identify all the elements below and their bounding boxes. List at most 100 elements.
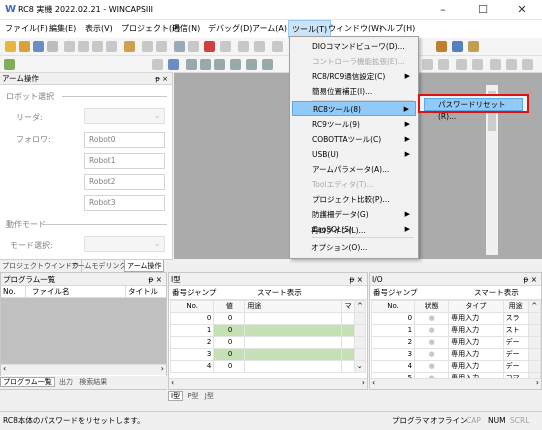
menu-view[interactable]: 表示(V) [82, 20, 116, 38]
cell-value[interactable]: 0 [213, 348, 246, 361]
cell-usage[interactable]: デー [502, 360, 529, 373]
scroll-track[interactable] [527, 336, 542, 349]
tab-j-type[interactable]: J型 [203, 392, 216, 400]
number-jump-button[interactable]: 番号ジャンプ [172, 286, 216, 300]
mode-select[interactable]: ⌄ [84, 236, 165, 252]
menu-edit[interactable]: 編集(E) [46, 20, 79, 38]
follower-robot3[interactable]: Robot3 [84, 195, 165, 211]
menu-arm[interactable]: アーム(A) [249, 20, 290, 38]
follower-robot1[interactable]: Robot1 [84, 153, 165, 169]
open-icon[interactable] [19, 41, 30, 52]
leader-select[interactable]: ⌄ [84, 108, 165, 124]
cell-usage[interactable]: スラ [502, 312, 529, 325]
scroll-track[interactable] [527, 324, 542, 337]
connect-icon[interactable] [174, 41, 185, 52]
menu-item-usb[interactable]: USB(U) ▶ [292, 147, 416, 162]
tool-icon-a[interactable] [436, 41, 447, 52]
col-title[interactable]: タイトル [126, 286, 166, 297]
cell-usage[interactable] [244, 360, 343, 373]
smart-display-button[interactable]: スマート表示 [474, 286, 519, 300]
tab-arm-modeling[interactable]: アームモデリング [69, 260, 130, 272]
cell-usage[interactable]: スト [502, 324, 529, 337]
scroll-down-icon[interactable]: ⌄ [353, 360, 367, 373]
indent-icon[interactable] [220, 41, 231, 52]
menu-item-fence-data[interactable]: 防護柵データ(G) ▶ [292, 207, 416, 222]
cell-usage[interactable]: デー [502, 336, 529, 349]
cell-value[interactable]: 0 [213, 336, 246, 349]
panel-pin-close-icon[interactable]: ᵽ × [349, 273, 363, 286]
scroll-track[interactable] [353, 312, 367, 325]
comment-icon[interactable] [254, 41, 265, 52]
menu-item-cobotta-tools[interactable]: COBOTTAツール(C) ▶ [292, 132, 416, 147]
follower-robot0[interactable]: Robot0 [84, 132, 165, 148]
follower-robot2[interactable]: Robot2 [84, 174, 165, 190]
layout-icon-b[interactable] [438, 59, 449, 70]
build-icon[interactable] [188, 41, 199, 52]
number-jump-button[interactable]: 番号ジャンプ [373, 286, 417, 300]
play-icon[interactable] [186, 59, 197, 70]
robot-icon[interactable] [204, 41, 215, 52]
step-out-icon[interactable] [262, 59, 273, 70]
cell-value[interactable]: 0 [213, 312, 246, 325]
col-usage[interactable]: 用途 [244, 300, 343, 313]
menu-item-project-compare[interactable]: プロジェクト比較(P)... [292, 192, 416, 207]
monitor-icon[interactable] [168, 59, 179, 70]
menu-item-rc9-tools[interactable]: RC9ツール(9) ▶ [292, 117, 416, 132]
scroll-track[interactable] [527, 348, 542, 361]
cell-usage[interactable] [244, 324, 343, 337]
cut-icon[interactable] [64, 41, 75, 52]
outdent-icon[interactable] [238, 41, 249, 52]
menu-item-dio-viewer[interactable]: DIOコマンドビューワ(D)... [292, 39, 416, 54]
col-state[interactable]: 状態 [414, 300, 450, 313]
menu-item-rc8-tools[interactable]: RC8ツール(8) ▶ [292, 101, 416, 116]
pause-icon[interactable] [214, 59, 225, 70]
tool-icon-b[interactable] [452, 41, 463, 52]
maximize-button[interactable]: ☐ [463, 0, 503, 20]
cell-value[interactable]: 0 [213, 360, 246, 373]
delete-icon[interactable] [106, 41, 117, 52]
tool-icon-c[interactable] [468, 41, 479, 52]
menu-item-relogin[interactable]: 再ログイン(L)... [291, 223, 415, 238]
menu-item-position-correction[interactable]: 簡易位置補正(I)... [292, 84, 416, 99]
tab-arm-operation[interactable]: アーム操作 [124, 260, 165, 272]
menu-item-comm-settings[interactable]: RC8/RC9通信設定(C) ▶ [292, 69, 416, 84]
menu-item-arm-params[interactable]: アームパラメータ(A)... [292, 162, 416, 177]
cell-usage[interactable]: デー [502, 348, 529, 361]
col-no[interactable]: No. [1, 286, 26, 297]
layout-icon-c[interactable] [456, 59, 467, 70]
scroll-track[interactable] [353, 336, 367, 349]
col-type[interactable]: タイプ [448, 300, 504, 313]
step-over-icon[interactable] [230, 59, 241, 70]
scroll-track[interactable] [353, 324, 367, 337]
layout-icon-e[interactable] [490, 59, 501, 70]
tab-output[interactable]: 出力 [57, 378, 75, 386]
bookmark-icon[interactable] [272, 41, 283, 52]
panel-pin-close-icon[interactable]: ᵽ × [523, 273, 537, 286]
tab-program-list[interactable]: プログラム一覧 [0, 377, 55, 387]
run-config-icon[interactable] [4, 59, 15, 70]
step-into-icon[interactable] [246, 59, 257, 70]
col-no[interactable]: No. [169, 300, 215, 313]
tab-search-results[interactable]: 検索結果 [77, 378, 109, 386]
panel-pin-close-icon[interactable]: ᵽ × [155, 73, 168, 85]
col-value[interactable]: 値 [213, 300, 246, 313]
menu-file[interactable]: ファイル(F) [2, 20, 51, 38]
step-icon[interactable] [200, 59, 211, 70]
smart-display-button[interactable]: スマート表示 [257, 286, 302, 300]
paste-icon[interactable] [92, 41, 103, 52]
cell-usage[interactable] [244, 348, 343, 361]
menu-item-password-reset[interactable]: パスワードリセット(R)... [424, 98, 523, 121]
scroll-track[interactable] [527, 360, 542, 373]
col-usage[interactable]: 用途 [502, 300, 529, 313]
program-list-hscroll[interactable]: ‹ › [1, 364, 166, 375]
menu-item-options[interactable]: オプション(O)... [291, 240, 415, 255]
layout-icon-a[interactable] [422, 59, 433, 70]
layout-icon-g[interactable] [522, 59, 533, 70]
layout-icon-f[interactable] [506, 59, 517, 70]
menu-comm[interactable]: 通信(N) [169, 20, 203, 38]
layout-icon-d[interactable] [472, 59, 483, 70]
undo-icon[interactable] [142, 41, 153, 52]
i-panel-hscroll[interactable]: ‹ › [169, 378, 367, 389]
menu-debug[interactable]: デバッグ(D) [205, 20, 255, 38]
tab-p-type[interactable]: P型 [185, 392, 200, 400]
